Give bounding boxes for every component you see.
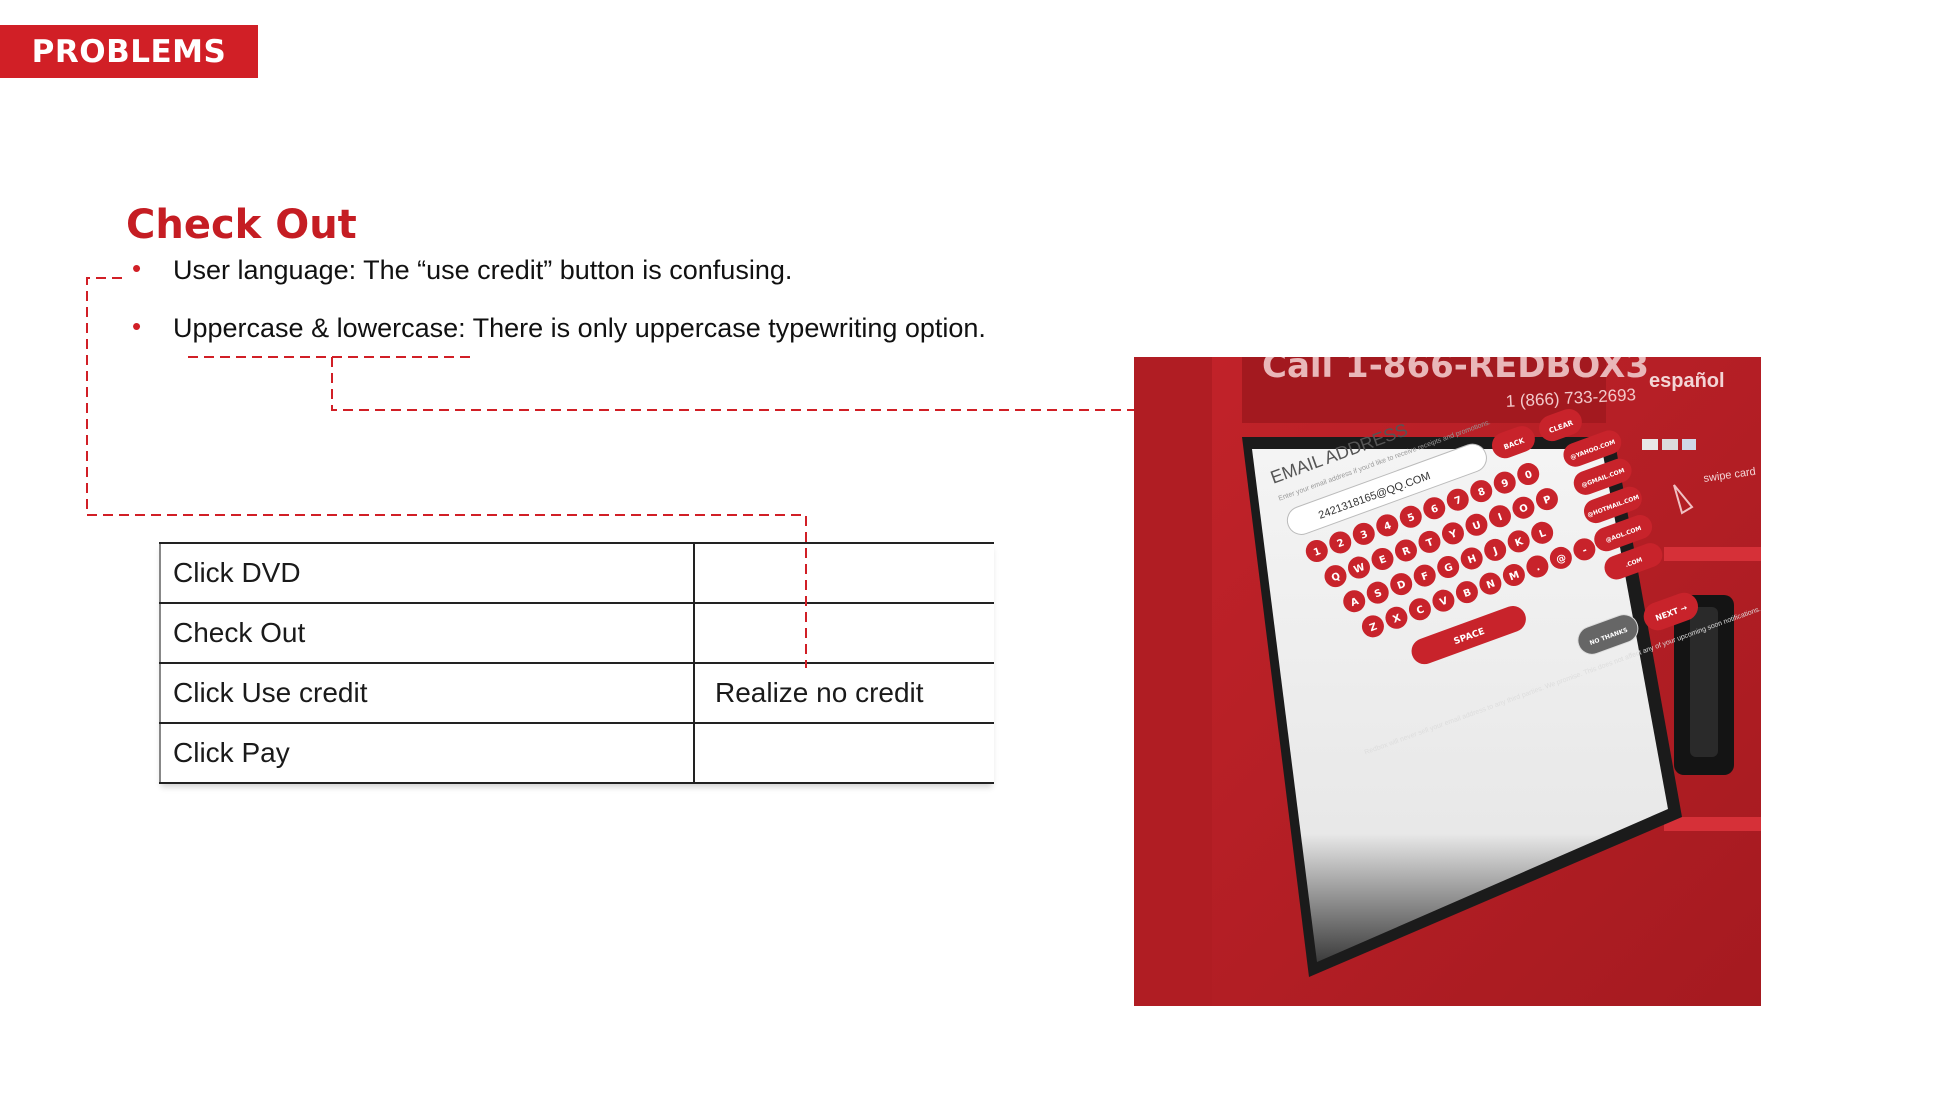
card-logo-icon: [1662, 439, 1678, 450]
kiosk-header-text: Call 1-866-REDBOX3: [1262, 357, 1649, 386]
problem-text: Uppercase & lowercase: There is only upp…: [173, 313, 986, 343]
kiosk-language-link: español: [1649, 370, 1725, 392]
table-row: Check Out: [159, 602, 994, 664]
observation-cell: Realize no credit: [694, 662, 994, 724]
step-cell: Click DVD: [159, 542, 695, 604]
problem-text: User language: The “use credit” button i…: [173, 255, 793, 285]
page-heading: Check Out: [126, 202, 357, 248]
bullet-icon: •: [132, 311, 142, 341]
card-logo-icon: [1682, 439, 1696, 450]
kiosk-illustration: Call 1-866-REDBOX3 1 (866) 733-2693 espa…: [1134, 357, 1761, 1006]
step-cell: Check Out: [159, 602, 695, 664]
observation-cell: [694, 722, 994, 784]
problem-list: • User language: The “use credit” button…: [128, 253, 986, 345]
bullet-icon: •: [132, 253, 142, 283]
section-tag: PROBLEMS: [0, 25, 258, 78]
step-cell: Click Pay: [159, 722, 695, 784]
table-row: Click DVD: [159, 542, 994, 604]
problem-item: • Uppercase & lowercase: There is only u…: [128, 311, 986, 345]
table-row: Click Pay: [159, 722, 994, 784]
observation-cell: [694, 542, 994, 604]
step-cell: Click Use credit: [159, 662, 695, 724]
steps-table: Click DVD Check Out Click Use credit Rea…: [159, 542, 994, 784]
problem-item: • User language: The “use credit” button…: [128, 253, 986, 287]
observation-cell: [694, 602, 994, 664]
card-logo-icon: [1642, 439, 1658, 450]
kiosk-photo: Call 1-866-REDBOX3 1 (866) 733-2693 espa…: [1134, 357, 1761, 1006]
table-row: Click Use credit Realize no credit: [159, 662, 994, 724]
